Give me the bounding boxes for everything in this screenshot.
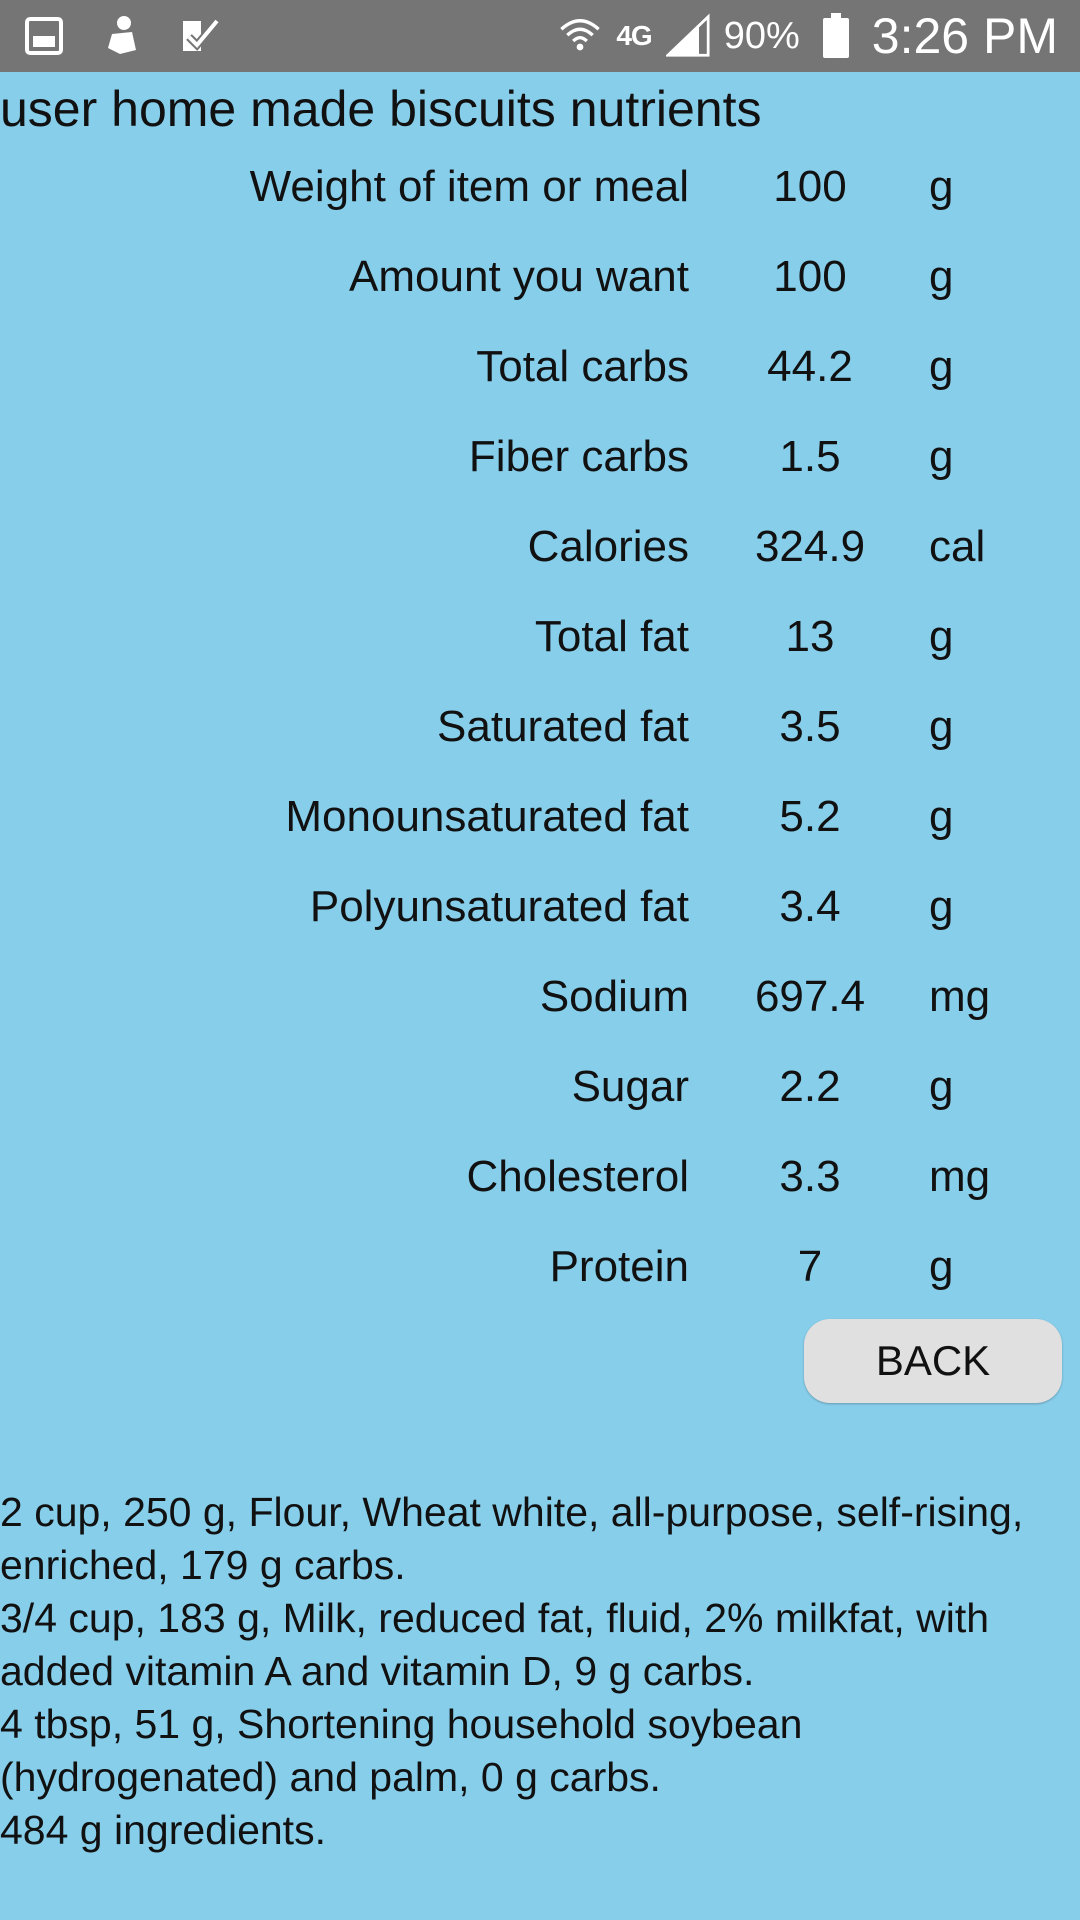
nutrient-row-sugar: Sugar 2.2 g bbox=[0, 1042, 1080, 1132]
nutrient-unit: g bbox=[929, 792, 954, 841]
nutrient-value: 44.2 bbox=[767, 342, 853, 391]
nutrient-row-sodium: Sodium 697.4 mg bbox=[0, 952, 1080, 1042]
nutrient-label: Protein bbox=[549, 1242, 689, 1291]
battery-icon bbox=[814, 13, 858, 58]
nutrient-label: Fiber carbs bbox=[468, 432, 689, 481]
nutrient-unit: g bbox=[929, 162, 954, 211]
nutrient-row-cholesterol: Cholesterol 3.3 mg bbox=[0, 1132, 1080, 1222]
nutrient-value: 7 bbox=[797, 1242, 823, 1291]
nutrient-value: 13 bbox=[785, 612, 835, 661]
battery-percent: 90% bbox=[723, 14, 800, 57]
nutrient-label: Polyunsaturated fat bbox=[309, 882, 689, 931]
nutrient-value: 697.4 bbox=[754, 972, 866, 1021]
nutrient-value[interactable]: 100 bbox=[730, 232, 890, 322]
nutrient-unit: g bbox=[929, 882, 954, 931]
ingredient-item: 4 tbsp, 51 g, Shortening household soybe… bbox=[0, 1701, 803, 1800]
network-type-label: 4G bbox=[616, 20, 652, 51]
task-check-icon bbox=[178, 14, 222, 58]
nutrient-unit: mg bbox=[929, 972, 991, 1021]
ingredients-total: 484 g ingredients. bbox=[0, 1807, 326, 1853]
nutrient-row-amount: Amount you want 100 g bbox=[0, 232, 1080, 322]
nutrient-table: Weight of item or meal 100 g Amount you … bbox=[0, 142, 1080, 1312]
clock-time: 3:26 PM bbox=[871, 8, 1058, 64]
ingredient-item: 3/4 cup, 183 g, Milk, reduced fat, fluid… bbox=[0, 1595, 990, 1694]
nutrient-label: Total fat bbox=[534, 612, 689, 661]
nutrient-value: 5.2 bbox=[779, 792, 841, 841]
nutrient-value: 3.5 bbox=[779, 702, 841, 751]
nutrient-label: Total carbs bbox=[476, 342, 689, 391]
nutrient-value[interactable]: 100 bbox=[730, 142, 890, 232]
status-bar: 4G 90% 3:26 PM bbox=[0, 0, 1080, 72]
nutrient-row-calories: Calories 324.9 cal bbox=[0, 502, 1080, 592]
nutrient-row-total-fat: Total fat 13 g bbox=[0, 592, 1080, 682]
nutrient-unit: g bbox=[929, 612, 954, 661]
nutrient-row-weight: Weight of item or meal 100 g bbox=[0, 142, 1080, 232]
nutrient-unit: g bbox=[929, 1062, 954, 1111]
nutrient-label: Amount you want bbox=[349, 252, 689, 301]
nutrient-label: Sugar bbox=[571, 1062, 689, 1111]
page-title: user home made biscuits nutrients bbox=[0, 81, 762, 137]
nutrient-row-fiber-carbs: Fiber carbs 1.5 g bbox=[0, 412, 1080, 502]
ingredient-item: 2 cup, 250 g, Flour, Wheat white, all-pu… bbox=[0, 1489, 1024, 1588]
nutrient-row-polyunsaturated-fat: Polyunsaturated fat 3.4 g bbox=[0, 862, 1080, 952]
nutrient-unit: g bbox=[929, 702, 954, 751]
nutrient-label: Weight of item or meal bbox=[249, 162, 689, 211]
nutrient-unit: mg bbox=[929, 1152, 991, 1201]
nutrient-value: 2.2 bbox=[779, 1062, 841, 1111]
nutrient-row-monounsaturated-fat: Monounsaturated fat 5.2 g bbox=[0, 772, 1080, 862]
nutrient-label: Cholesterol bbox=[466, 1152, 689, 1201]
gallery-icon bbox=[22, 14, 66, 58]
notification-app-icon bbox=[100, 14, 144, 58]
back-button[interactable]: BACK bbox=[804, 1319, 1062, 1403]
nutrient-unit: g bbox=[929, 1242, 954, 1291]
ingredients-list: 2 cup, 250 g, Flour, Wheat white, all-pu… bbox=[0, 1486, 1080, 1857]
nutrient-label: Calories bbox=[527, 522, 689, 571]
wifi-icon bbox=[558, 14, 602, 58]
nutrient-row-protein: Protein 7 g bbox=[0, 1222, 1080, 1312]
nutrient-value: 3.3 bbox=[779, 1152, 841, 1201]
signal-icon bbox=[665, 13, 710, 58]
nutrient-label: Monounsaturated fat bbox=[285, 792, 689, 841]
nutrient-unit: cal bbox=[929, 522, 986, 571]
nutrient-label: Sodium bbox=[539, 972, 689, 1021]
nutrient-value: 324.9 bbox=[754, 522, 866, 571]
nutrient-unit: g bbox=[929, 432, 954, 481]
nutrient-row-total-carbs: Total carbs 44.2 g bbox=[0, 322, 1080, 412]
nutrient-label: Saturated fat bbox=[437, 702, 689, 751]
nutrient-unit: g bbox=[929, 342, 954, 391]
nutrient-row-saturated-fat: Saturated fat 3.5 g bbox=[0, 682, 1080, 772]
nutrient-value: 3.4 bbox=[779, 882, 841, 931]
nutrient-unit: g bbox=[929, 252, 954, 301]
nutrient-value: 1.5 bbox=[779, 432, 841, 481]
